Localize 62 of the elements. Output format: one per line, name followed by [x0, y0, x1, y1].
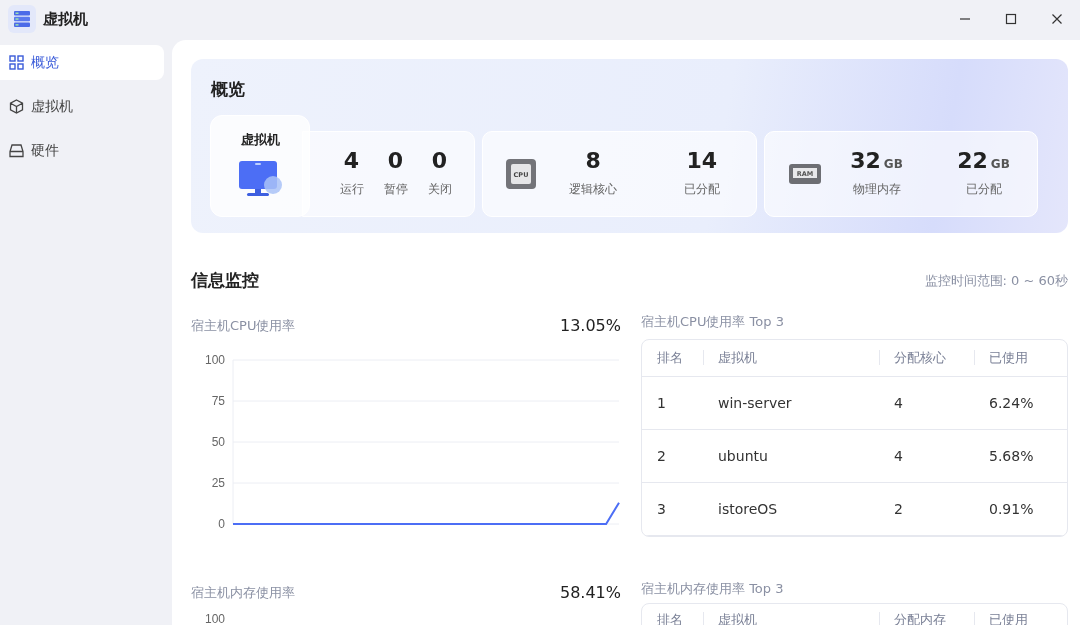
y-tick-label: 25: [211, 475, 225, 490]
sidebar-item[interactable]: 概览: [0, 45, 164, 80]
window-title: 虚拟机: [43, 8, 88, 30]
column-header: 虚拟机: [702, 609, 878, 625]
stat-value: 8: [585, 148, 601, 174]
stat-label: 已分配: [683, 181, 720, 199]
y-tick-label: 75: [211, 393, 225, 408]
stat-label: 已分配: [965, 181, 1002, 199]
stat-label: 关闭: [427, 181, 452, 199]
chart-reading: 13.05%: [560, 314, 621, 337]
table-title: 宿主机内存使用率 Top 3: [641, 580, 785, 598]
table-cell-text: 4: [893, 393, 904, 413]
stat-value: 0: [431, 148, 448, 174]
sidebar-item[interactable]: 虚拟机: [0, 89, 164, 124]
close-icon: [1051, 13, 1063, 25]
stat-label: 逻辑核心: [569, 181, 618, 199]
stat-label: 暂停: [383, 181, 408, 199]
table-cell-text: 1: [656, 393, 667, 413]
column-header: 分配内存: [878, 609, 973, 625]
table-cell-text: 4: [893, 446, 904, 466]
column-header: 排名: [656, 610, 684, 625]
time-range-label: 监控时间范围: 0 ~ 60秒: [924, 272, 1068, 290]
table-cell-text: 2: [656, 446, 667, 466]
chart-title: 宿主机内存使用率: [191, 584, 295, 603]
y-tick-label: 100: [204, 352, 225, 367]
table-cell-text: 2: [893, 499, 904, 519]
stat-value: 4: [343, 148, 360, 174]
table-cell-text: istoreOS: [717, 499, 779, 519]
stat-label: 物理内存: [852, 181, 901, 199]
table-cell-text: win-server: [717, 393, 793, 413]
stat-unit: GB: [883, 155, 903, 173]
table-cell-text: 3: [656, 499, 667, 519]
table-cell-text: 0.91%: [988, 499, 1035, 519]
drive-icon: [9, 143, 24, 158]
y-tick-label: 50: [211, 434, 225, 449]
stat-value: 22: [957, 148, 988, 174]
column-header: 已使用: [973, 609, 1067, 625]
grid-icon: [9, 55, 24, 70]
column-header: 虚拟机: [702, 348, 878, 368]
table-title: 宿主机CPU使用率 Top 3: [641, 312, 785, 331]
column-header: 排名: [656, 349, 684, 368]
stat-value: 0: [387, 148, 404, 174]
y-tick-label: 100: [203, 611, 225, 625]
stat-label: 运行: [339, 181, 364, 199]
table-cell-text: ubuntu: [717, 446, 769, 466]
app-logo-icon: [8, 5, 36, 33]
stat-value: 14: [686, 148, 718, 174]
stat-value: 32: [850, 148, 881, 174]
column-header: 已使用: [973, 348, 1067, 368]
stat-unit: GB: [990, 155, 1010, 173]
sidebar-item[interactable]: 硬件: [0, 133, 164, 168]
table-cell-text: 5.68%: [988, 446, 1035, 466]
column-header: 分配核心: [878, 348, 973, 368]
y-tick-label: 0: [218, 516, 225, 531]
maximize-icon: [1005, 13, 1017, 25]
vm-tile-title: 虚拟机: [240, 130, 280, 149]
table-cell-text: 6.24%: [988, 393, 1035, 413]
cube-icon: [9, 99, 24, 114]
chart-title: 宿主机CPU使用率: [191, 316, 296, 335]
chart-reading: 58.41%: [560, 582, 621, 604]
section-title: 信息监控: [191, 269, 259, 292]
overview-title: 概览: [211, 78, 246, 101]
